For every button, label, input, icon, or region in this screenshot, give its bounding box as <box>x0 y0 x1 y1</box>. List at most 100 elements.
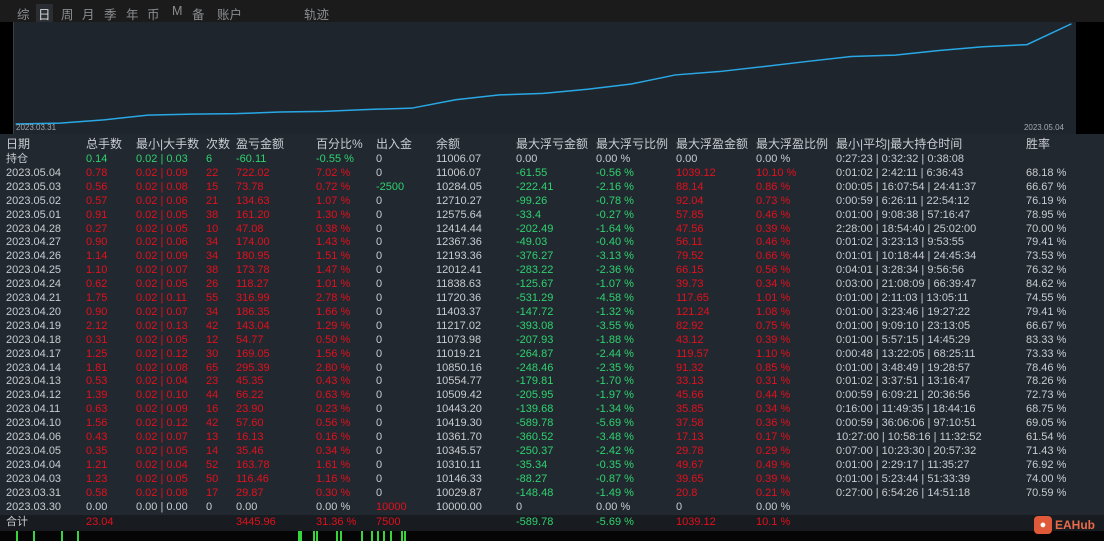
cell-percent: 1.16 % <box>316 472 351 485</box>
cell-max-float-loss: -283.22 <box>516 264 554 277</box>
cell-max-float-loss-pct: -1.32 % <box>596 305 634 318</box>
cell-win-rate: 70.59 % <box>1026 486 1067 499</box>
cell-percent: 1.56 % <box>316 347 351 360</box>
tab-9[interactable]: 账户 <box>217 4 242 23</box>
cell-balance: 11006.07 <box>436 153 482 165</box>
cell-max-float-profit: 56.11 <box>676 236 703 249</box>
cell-max-float-loss: -222.41 <box>516 180 554 193</box>
tab-5[interactable]: 年 <box>126 4 139 23</box>
cell-hold-time: 最小|平均|最大持仓时间 <box>836 137 963 151</box>
cell-deposit: 0 <box>376 431 383 443</box>
cell-min-max-lots: 0.02 | 0.09 <box>136 250 188 263</box>
cell-max-float-profit-pct: 0.17 % <box>756 431 791 443</box>
cell-pnl: 57.60 <box>236 417 264 430</box>
table-row: 2023.04.19 2.12 0.02 | 0.13 42 143.04 1.29 % 0… <box>0 319 1104 333</box>
cell-total-lots: 0.62 <box>86 278 108 291</box>
cell-max-float-profit-pct: 10.10 % <box>756 166 797 179</box>
cell-max-float-loss: -99.26 <box>516 194 548 207</box>
tab-10[interactable]: 轨迹 <box>304 4 329 23</box>
cell-max-float-loss: -205.95 <box>516 389 554 402</box>
equity-point <box>103 119 105 121</box>
tab-6[interactable]: 币 <box>147 4 160 23</box>
cell-date: 2023.04.14 <box>6 361 62 374</box>
tab-1[interactable]: 日 <box>36 4 53 23</box>
cell-deposit: 0 <box>376 444 383 457</box>
cell-date: 2023.03.30 <box>6 500 62 513</box>
activity-tick <box>61 531 63 541</box>
cell-win-rate: 78.26 % <box>1026 375 1067 388</box>
cell-date: 2023.05.01 <box>6 208 62 221</box>
cell-percent: 31.36 % <box>316 516 357 528</box>
cell-hold-time: 0:01:00 | 9:09:10 | 23:13:05 <box>836 319 971 332</box>
cell-max-float-profit-pct: 0.39 % <box>756 222 791 235</box>
cell-hold-time: 0:01:00 | 5:23:44 | 51:33:39 <box>836 472 971 485</box>
equity-point <box>191 113 193 115</box>
cell-win-rate: 74.55 % <box>1026 292 1067 304</box>
cell-pnl: 316.99 <box>236 292 270 304</box>
cell-balance: 11838.63 <box>436 278 482 291</box>
cell-max-float-loss-pct: -1.07 % <box>596 278 634 291</box>
cell-max-float-profit: 119.57 <box>676 347 709 360</box>
cell-balance: 12575.64 <box>436 208 482 221</box>
cell-pnl: 173.78 <box>236 264 270 277</box>
tab-4[interactable]: 季 <box>104 4 117 23</box>
cell-max-float-loss-pct: -3.13 % <box>596 250 634 263</box>
cell-win-rate: 76.92 % <box>1026 458 1067 471</box>
cell-win-rate: 61.54 % <box>1026 431 1067 443</box>
cell-win-rate: 78.46 % <box>1026 361 1067 374</box>
cell-max-float-profit: 29.78 <box>676 444 704 457</box>
cell-total-lots: 2.12 <box>86 319 108 332</box>
cell-max-float-profit-pct: 0.66 % <box>756 250 791 263</box>
cell-deposit: 0 <box>376 319 383 332</box>
cell-hold-time: 0:03:00 | 21:08:09 | 66:39:47 <box>836 278 977 291</box>
tab-7[interactable]: M <box>172 4 182 18</box>
cell-deposit: 0 <box>376 264 383 277</box>
cell-win-rate: 76.19 % <box>1026 194 1067 207</box>
cell-count: 12 <box>206 333 219 346</box>
cell-hold-time: 0:16:00 | 11:49:35 | 18:44:16 <box>836 403 976 416</box>
cell-deposit: 10000 <box>376 500 407 513</box>
activity-tick <box>377 531 379 541</box>
cell-percent: 1.29 % <box>316 319 351 332</box>
cell-win-rate: 79.41 % <box>1026 236 1067 249</box>
cell-max-float-loss: -35.34 <box>516 458 548 471</box>
cell-percent: 0.30 % <box>316 486 351 499</box>
cell-hold-time: 0:01:00 | 9:08:38 | 57:16:47 <box>836 208 971 221</box>
tab-3[interactable]: 月 <box>82 4 95 23</box>
cell-max-float-profit-pct: 10.1 % <box>756 516 791 528</box>
cell-min-max-lots: 0.02 | 0.09 <box>136 403 188 416</box>
cell-max-float-loss-pct: -2.35 % <box>596 361 634 374</box>
cell-max-float-loss-pct: 0.00 % <box>596 153 631 165</box>
cell-deposit: -2500 <box>376 180 405 193</box>
cell-deposit: 0 <box>376 250 383 263</box>
cell-min-max-lots: 0.02 | 0.05 <box>136 472 188 485</box>
cell-min-max-lots: 0.02 | 0.04 <box>136 375 188 388</box>
cell-count: 15 <box>206 180 219 193</box>
cell-percent: 1.47 % <box>316 264 351 277</box>
cell-total-lots: 0.53 <box>86 375 108 388</box>
cell-deposit: 0 <box>376 458 383 471</box>
table-row: 2023.04.12 1.39 0.02 | 0.10 44 66.22 0.63 % 0 1… <box>0 388 1104 402</box>
cell-balance: 10345.57 <box>436 444 482 457</box>
cell-pnl: 45.35 <box>236 375 264 388</box>
equity-point <box>982 46 984 48</box>
tab-8[interactable]: 备 <box>192 4 205 23</box>
cell-max-float-loss-pct: -4.58 % <box>596 292 634 304</box>
cell-max-float-profit: 117.65 <box>676 292 709 304</box>
cell-date: 日期 <box>6 137 31 151</box>
cell-deposit: 0 <box>376 236 383 249</box>
cell-pnl: 174.00 <box>236 236 270 249</box>
tab-0[interactable]: 综 <box>17 4 30 23</box>
cell-total-lots: 0.58 <box>86 486 108 499</box>
tab-2[interactable]: 周 <box>61 4 74 23</box>
cell-percent: 0.23 % <box>316 403 351 416</box>
cell-deposit: 0 <box>376 375 383 388</box>
table-row: 2023.04.06 0.43 0.02 | 0.07 13 16.13 0.16 % 0 1… <box>0 430 1104 444</box>
cell-max-float-loss: -202.49 <box>516 222 554 235</box>
cell-balance: 10443.20 <box>436 403 482 416</box>
cell-max-float-profit: 0.00 <box>676 153 698 165</box>
cell-date: 2023.05.04 <box>6 166 62 179</box>
cell-date: 2023.04.24 <box>6 278 62 291</box>
cell-hold-time: 0:27:00 | 6:54:26 | 14:51:18 <box>836 486 971 499</box>
cell-pnl: 0.00 <box>236 500 258 513</box>
